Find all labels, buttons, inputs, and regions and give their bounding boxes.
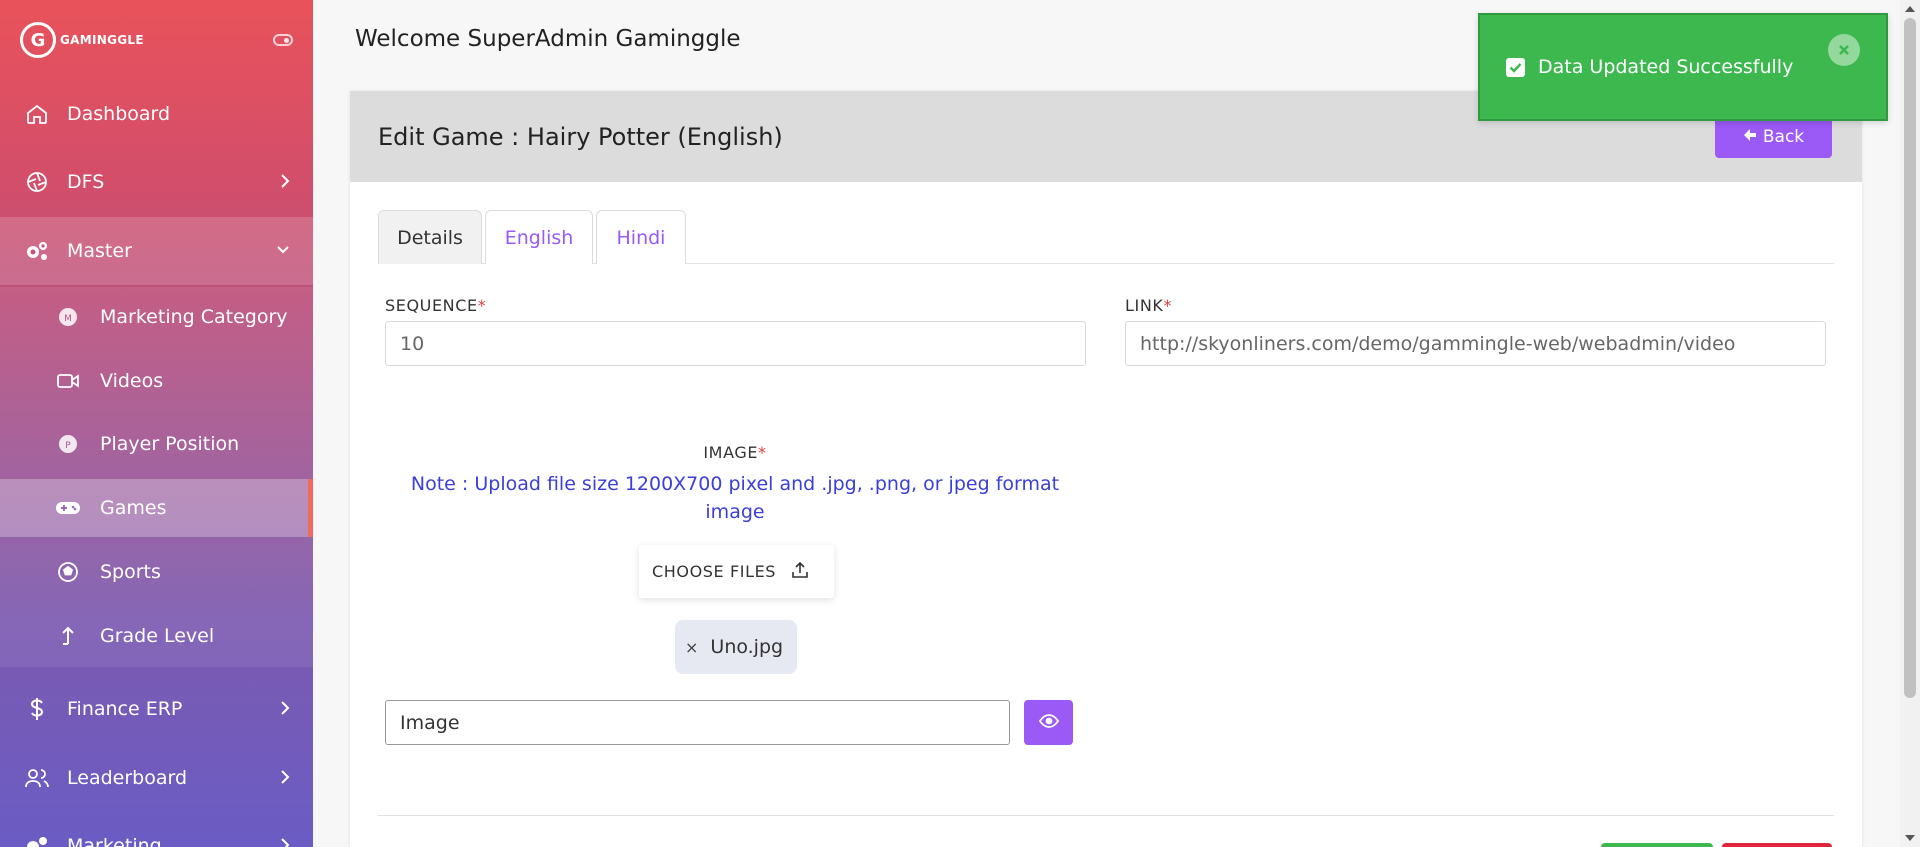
video-icon: [55, 368, 81, 394]
sidebar-item-dfs[interactable]: DFS: [0, 148, 313, 216]
brand-name: GAMINGGLE: [60, 33, 144, 47]
sidebar-item-grade-level[interactable]: Grade Level: [0, 607, 313, 665]
required-mark: *: [1163, 296, 1173, 315]
sidebar-toggle-icon[interactable]: [273, 34, 293, 46]
back-label: Back: [1762, 127, 1805, 147]
sidebar-item-label: Sports: [100, 561, 161, 583]
arrow-left-icon: [1743, 127, 1757, 147]
badge-icon: M: [55, 304, 81, 330]
chevron-right-icon: [279, 768, 291, 791]
upload-note: Note : Upload file size 1200X700 pixel a…: [410, 473, 1060, 523]
chevron-right-icon: [279, 172, 291, 195]
sidebar-item-label: Finance ERP: [67, 698, 183, 720]
link-input[interactable]: http://skyonliners.com/demo/gammingle-we…: [1125, 321, 1826, 366]
users-icon: [22, 763, 52, 793]
sidebar-item-label: Games: [100, 497, 167, 519]
sequence-label: SEQUENCE*: [385, 296, 486, 315]
gears-icon: [22, 831, 52, 847]
sidebar-item-games[interactable]: Games: [0, 479, 313, 537]
eye-icon: [1038, 713, 1059, 732]
sidebar-item-label: Leaderboard: [67, 767, 188, 789]
arrow-up-icon: [55, 623, 81, 649]
sidebar-item-master[interactable]: Master: [0, 217, 313, 285]
checkbox-check-icon: [1506, 57, 1525, 77]
selected-file-chip: × Uno.jpg: [675, 620, 797, 674]
welcome-text: Welcome SuperAdmin Gaminggle: [355, 26, 741, 52]
chevron-right-icon: [279, 699, 291, 722]
svg-text:M: M: [64, 314, 72, 324]
image-label: IMAGE*: [385, 443, 1085, 462]
preview-image-button[interactable]: [1024, 700, 1073, 745]
scroll-thumb[interactable]: [1904, 18, 1916, 698]
tab-english[interactable]: English: [485, 210, 593, 264]
brand[interactable]: G GAMINGGLE: [0, 0, 313, 80]
form-divider: [378, 815, 1834, 816]
sidebar-item-finance-erp[interactable]: Finance ERP: [0, 675, 313, 743]
back-button[interactable]: Back: [1715, 116, 1832, 158]
aperture-icon: [22, 167, 52, 197]
sidebar-item-label: Marketing: [67, 835, 162, 847]
svg-text:P: P: [65, 441, 71, 451]
toast-message: Data Updated Successfully: [1538, 56, 1794, 78]
sidebar: G GAMINGGLE Dashboard DFS Master M Marke…: [0, 0, 313, 847]
required-mark: *: [758, 443, 767, 462]
sidebar-item-marketing[interactable]: Marketing: [0, 812, 313, 847]
logo-icon: G: [20, 22, 56, 58]
soccer-ball-icon: [55, 559, 81, 585]
link-label: LINK*: [1125, 296, 1172, 315]
save-button[interactable]: [1601, 843, 1713, 847]
cancel-button[interactable]: [1722, 843, 1832, 847]
sidebar-item-player-position[interactable]: P Player Position: [0, 415, 313, 473]
badge-icon: P: [55, 431, 81, 457]
page-scrollbar[interactable]: [1900, 0, 1920, 847]
sidebar-item-label: DFS: [67, 171, 105, 193]
upload-icon: [790, 560, 810, 584]
choose-files-label: CHOOSE FILES: [652, 562, 777, 581]
sidebar-item-sports[interactable]: Sports: [0, 543, 313, 601]
sidebar-item-label: Videos: [100, 370, 164, 392]
image-field[interactable]: Image: [385, 700, 1010, 745]
sidebar-item-label: Marketing Category: [100, 306, 288, 328]
choose-files-button[interactable]: CHOOSE FILES: [639, 545, 834, 598]
scroll-down-icon[interactable]: [1905, 835, 1915, 841]
close-icon[interactable]: [1828, 34, 1860, 66]
tab-details[interactable]: Details: [378, 210, 482, 264]
gears-icon: [22, 236, 52, 266]
scroll-up-icon[interactable]: [1905, 6, 1915, 12]
sequence-label-text: SEQUENCE: [385, 296, 478, 315]
dollar-icon: [22, 694, 52, 724]
home-icon: [22, 99, 52, 129]
sidebar-item-dashboard[interactable]: Dashboard: [0, 80, 313, 148]
gamepad-icon: [55, 495, 81, 521]
sidebar-item-label: Dashboard: [67, 103, 171, 125]
page-title: Edit Game : Hairy Potter (English): [378, 122, 783, 151]
remove-file-icon[interactable]: ×: [685, 638, 698, 657]
image-label-text: IMAGE: [703, 443, 759, 462]
sidebar-item-label: Player Position: [100, 433, 240, 455]
tab-bar: Details English Hindi: [378, 210, 1834, 264]
chevron-right-icon: [279, 836, 291, 847]
success-toast: Data Updated Successfully: [1478, 13, 1888, 121]
sidebar-item-marketing-category[interactable]: M Marketing Category: [0, 288, 313, 346]
sidebar-item-videos[interactable]: Videos: [0, 352, 313, 410]
sidebar-item-label: Grade Level: [100, 625, 215, 647]
sequence-input[interactable]: 10: [385, 321, 1086, 366]
sidebar-item-label: Master: [67, 240, 132, 262]
required-mark: *: [477, 296, 487, 315]
file-name: Uno.jpg: [710, 636, 784, 658]
sidebar-item-leaderboard[interactable]: Leaderboard: [0, 744, 313, 812]
tab-hindi[interactable]: Hindi: [596, 210, 686, 264]
link-label-text: LINK: [1125, 296, 1164, 315]
chevron-down-icon: [275, 241, 291, 264]
